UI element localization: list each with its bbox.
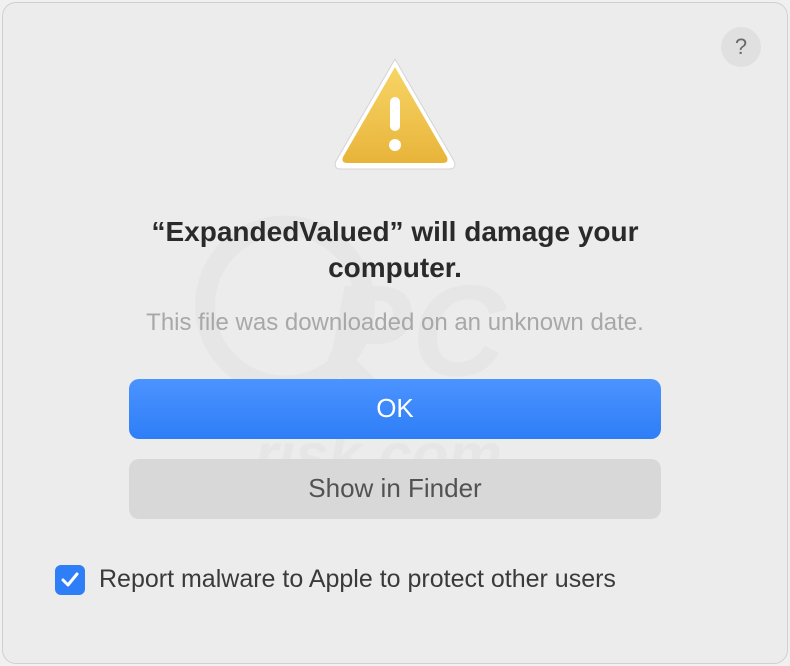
- help-button[interactable]: ?: [721, 27, 761, 67]
- warning-icon: [330, 53, 460, 178]
- show-in-finder-button[interactable]: Show in Finder: [129, 459, 661, 519]
- report-checkbox-label: Report malware to Apple to protect other…: [99, 565, 616, 594]
- checkmark-icon: [60, 570, 80, 590]
- dialog-title: “ExpandedValued” will damage your comput…: [53, 214, 737, 287]
- help-icon: ?: [735, 34, 747, 60]
- dialog-subtitle: This file was downloaded on an unknown d…: [146, 309, 644, 337]
- ok-button[interactable]: OK: [129, 379, 661, 439]
- report-checkbox-row: Report malware to Apple to protect other…: [53, 565, 616, 595]
- report-checkbox[interactable]: [55, 565, 85, 595]
- alert-dialog: PC risk.com ? “ExpandedValued” will dama…: [2, 2, 788, 664]
- button-group: OK Show in Finder: [53, 379, 737, 519]
